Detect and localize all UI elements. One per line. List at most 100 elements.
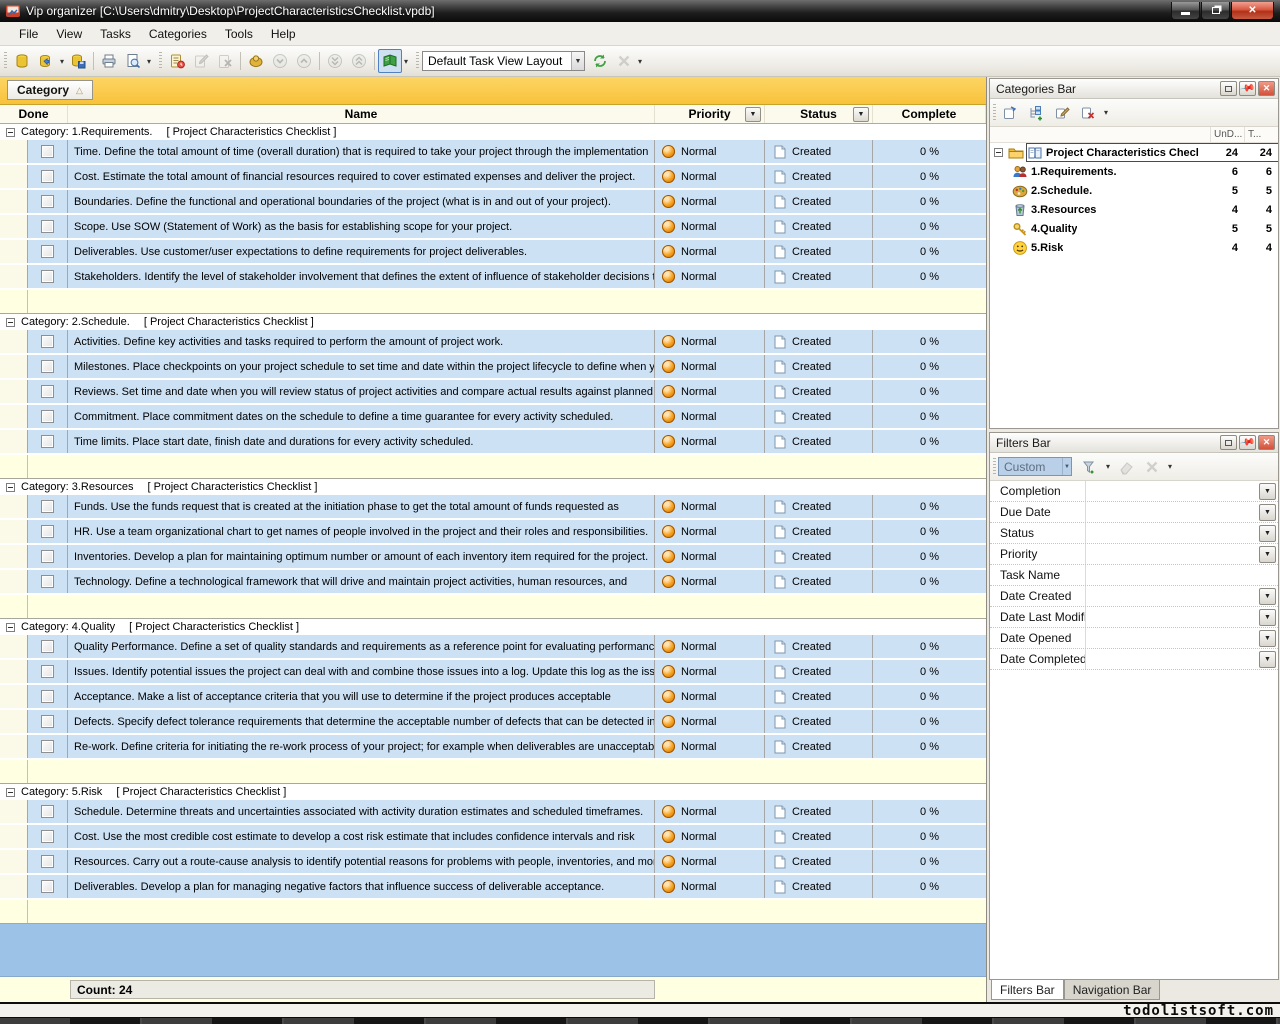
menu-item-view[interactable]: View	[47, 23, 91, 45]
edit-task-button[interactable]	[189, 49, 213, 73]
delete-category-button[interactable]	[1076, 102, 1100, 124]
done-checkbox[interactable]	[41, 525, 54, 538]
clear-filter-button[interactable]	[1114, 456, 1138, 478]
menu-item-tasks[interactable]: Tasks	[91, 23, 140, 45]
task-row[interactable]: Deliverables. Use customer/user expectat…	[0, 240, 986, 265]
new-database-button[interactable]	[10, 49, 34, 73]
done-checkbox[interactable]	[41, 435, 54, 448]
done-checkbox[interactable]	[41, 715, 54, 728]
done-checkbox[interactable]	[41, 360, 54, 373]
collapse-icon[interactable]	[6, 128, 15, 137]
task-row[interactable]: Re-work. Define criteria for initiating …	[0, 735, 986, 760]
group-by-category-button[interactable]: Category △	[7, 80, 93, 100]
filter-value[interactable]	[1085, 481, 1259, 501]
done-checkbox[interactable]	[41, 640, 54, 653]
column-header-status[interactable]: Status ▼	[765, 105, 873, 123]
task-row[interactable]: Quality Performance. Define a set of qua…	[0, 635, 986, 660]
filter-preset-combo[interactable]: Custom ▼	[998, 457, 1072, 476]
filter-value[interactable]	[1085, 523, 1259, 543]
task-row[interactable]: Milestones. Place checkpoints on your pr…	[0, 355, 986, 380]
delete-task-button[interactable]	[213, 49, 237, 73]
status-filter-button[interactable]: ▼	[853, 107, 869, 122]
categories-pin-button[interactable]: 📌	[1239, 81, 1256, 96]
task-row[interactable]: Cost. Estimate the total amount of finan…	[0, 165, 986, 190]
collapse-icon[interactable]	[6, 623, 15, 632]
filter-dropdown-button[interactable]: ▼	[1259, 483, 1276, 500]
tree-root-item[interactable]: Project Characteristics Checl 24 24	[990, 143, 1278, 162]
done-checkbox[interactable]	[41, 410, 54, 423]
layout-combo[interactable]: Default Task View Layout ▼	[422, 51, 585, 71]
collapse-icon[interactable]	[6, 318, 15, 327]
apply-filter-button[interactable]	[1078, 456, 1102, 478]
menu-item-help[interactable]: Help	[262, 23, 305, 45]
categories-toolbar-caret[interactable]: ▾	[1102, 108, 1110, 117]
apply-filter-caret[interactable]: ▾	[1104, 462, 1112, 471]
done-checkbox[interactable]	[41, 665, 54, 678]
collapse-icon[interactable]	[994, 148, 1003, 157]
print-button[interactable]	[97, 49, 121, 73]
done-checkbox[interactable]	[41, 880, 54, 893]
done-checkbox[interactable]	[41, 690, 54, 703]
filter-dropdown-button[interactable]: ▼	[1259, 630, 1276, 647]
done-checkbox[interactable]	[41, 805, 54, 818]
menu-item-file[interactable]: File	[10, 23, 47, 45]
done-checkbox[interactable]	[41, 270, 54, 283]
tree-category-item[interactable]: 3.Resources 4 4	[990, 200, 1278, 219]
done-checkbox[interactable]	[41, 385, 54, 398]
column-header-complete[interactable]: Complete	[873, 105, 986, 123]
done-checkbox[interactable]	[41, 170, 54, 183]
apply-layout-button[interactable]	[588, 49, 612, 73]
filter-value[interactable]	[1085, 565, 1278, 585]
assign-task-button[interactable]	[244, 49, 268, 73]
filter-value[interactable]	[1085, 586, 1259, 606]
delete-layout-button[interactable]	[612, 49, 636, 73]
task-row[interactable]: HR. Use a team organizational chart to g…	[0, 520, 986, 545]
menu-item-categories[interactable]: Categories	[140, 23, 216, 45]
filter-dropdown-button[interactable]: ▼	[1259, 525, 1276, 542]
priority-filter-button[interactable]: ▼	[745, 107, 761, 122]
filters-close-button[interactable]: ✕	[1258, 435, 1275, 450]
tree-category-item[interactable]: 2.Schedule. 5 5	[990, 181, 1278, 200]
save-database-button[interactable]	[66, 49, 90, 73]
print-preview-button[interactable]	[121, 49, 145, 73]
category-group-row[interactable]: Category: 2.Schedule. [ Project Characte…	[0, 314, 986, 330]
done-checkbox[interactable]	[41, 740, 54, 753]
filter-dropdown-button[interactable]: ▼	[1259, 546, 1276, 563]
done-checkbox[interactable]	[41, 575, 54, 588]
filters-toolbar-caret[interactable]: ▾	[1166, 462, 1174, 471]
task-row[interactable]: Resources. Carry out a route-cause analy…	[0, 850, 986, 875]
filter-dropdown-button[interactable]: ▼	[1259, 651, 1276, 668]
done-checkbox[interactable]	[41, 245, 54, 258]
tree-category-item[interactable]: 4.Quality 5 5	[990, 219, 1278, 238]
filter-value[interactable]	[1085, 607, 1259, 627]
filter-dropdown-button[interactable]: ▼	[1259, 504, 1276, 521]
collapse-icon[interactable]	[6, 483, 15, 492]
task-row[interactable]: Acceptance. Make a list of acceptance cr…	[0, 685, 986, 710]
task-row[interactable]: Defects. Specify defect tolerance requir…	[0, 710, 986, 735]
move-down-button[interactable]	[268, 49, 292, 73]
done-checkbox[interactable]	[41, 145, 54, 158]
close-button[interactable]: ✕	[1231, 2, 1274, 20]
edit-category-button[interactable]	[1050, 102, 1074, 124]
dock-tab-filters-bar[interactable]: Filters Bar	[991, 980, 1064, 1000]
done-checkbox[interactable]	[41, 220, 54, 233]
category-group-row[interactable]: Category: 5.Risk [ Project Characteristi…	[0, 784, 986, 800]
task-row[interactable]: Time. Define the total amount of time (o…	[0, 140, 986, 165]
layout-caret[interactable]: ▾	[636, 57, 644, 66]
done-checkbox[interactable]	[41, 195, 54, 208]
open-database-button[interactable]	[34, 49, 58, 73]
filter-value[interactable]	[1085, 649, 1259, 669]
done-checkbox[interactable]	[41, 550, 54, 563]
filters-restore-button[interactable]	[1220, 435, 1237, 450]
dock-tab-navigation-bar[interactable]: Navigation Bar	[1064, 980, 1161, 1000]
task-row[interactable]: Inventories. Develop a plan for maintain…	[0, 545, 986, 570]
delete-filter-button[interactable]	[1140, 456, 1164, 478]
add-task-button[interactable]	[165, 49, 189, 73]
task-view-button[interactable]	[378, 49, 402, 73]
done-checkbox[interactable]	[41, 500, 54, 513]
move-top-button[interactable]	[347, 49, 371, 73]
filter-value[interactable]	[1085, 628, 1259, 648]
restore-button[interactable]	[1201, 2, 1230, 20]
task-row[interactable]: Time limits. Place start date, finish da…	[0, 430, 986, 455]
menu-item-tools[interactable]: Tools	[216, 23, 262, 45]
